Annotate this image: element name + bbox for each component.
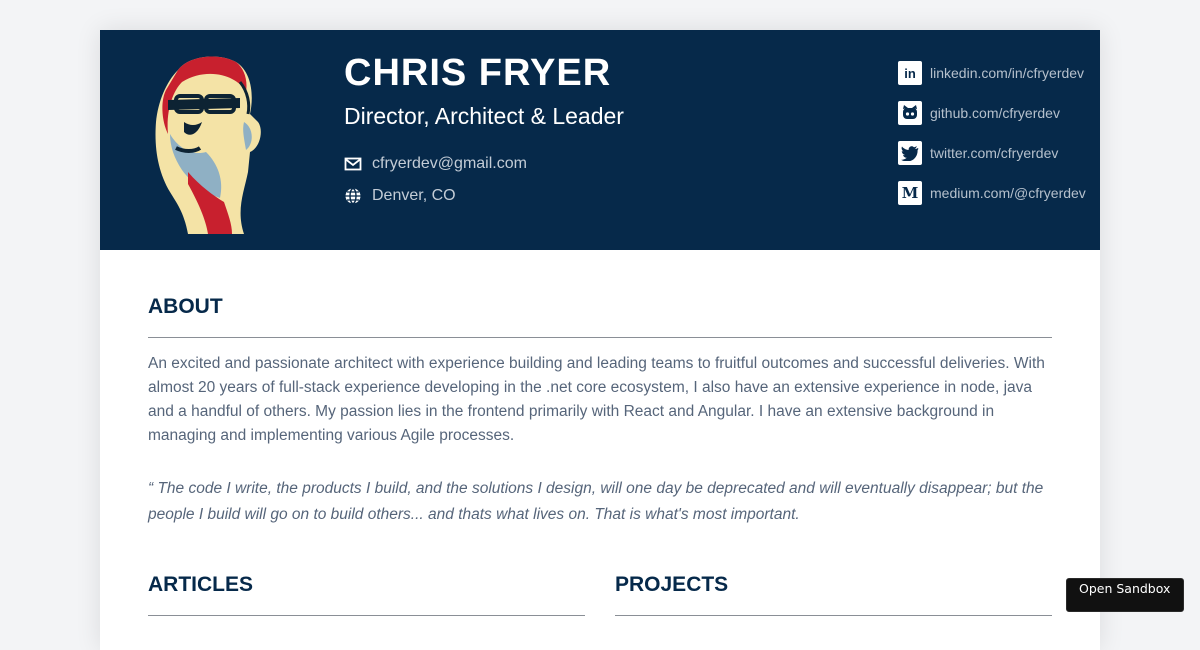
about-title: ABOUT — [148, 295, 223, 318]
github-icon — [898, 101, 922, 125]
twitter-link[interactable]: twitter.com/cfryerdev — [898, 140, 1058, 166]
projects-divider — [615, 615, 1052, 616]
medium-label[interactable]: medium.com/@cfryerdev — [930, 185, 1086, 201]
email-text[interactable]: cfryerdev@gmail.com — [372, 155, 527, 173]
projects-title: PROJECTS — [615, 573, 729, 596]
globe-icon — [345, 187, 361, 205]
resume-card: CHRIS FRYER Director, Architect & Leader… — [100, 30, 1100, 650]
linkedin-link[interactable]: in linkedin.com/in/cfryerdev — [898, 60, 1084, 86]
profile-name: CHRIS FRYER — [344, 52, 612, 94]
about-text: An excited and passionate architect with… — [148, 355, 1045, 444]
articles-title: ARTICLES — [148, 573, 253, 596]
linkedin-label[interactable]: linkedin.com/in/cfryerdev — [930, 65, 1084, 81]
about-divider — [148, 337, 1052, 338]
avatar — [155, 56, 261, 234]
github-link[interactable]: github.com/cfryerdev — [898, 100, 1060, 126]
envelope-icon — [344, 157, 362, 171]
articles-divider — [148, 615, 585, 616]
profile-header: CHRIS FRYER Director, Architect & Leader… — [100, 30, 1100, 250]
open-sandbox-button[interactable]: Open Sandbox — [1066, 578, 1184, 612]
twitter-label[interactable]: twitter.com/cfryerdev — [930, 145, 1058, 161]
email-row[interactable]: cfryerdev@gmail.com — [344, 153, 527, 175]
linkedin-icon: in — [898, 61, 922, 85]
profile-role: Director, Architect & Leader — [344, 103, 624, 129]
github-label[interactable]: github.com/cfryerdev — [930, 105, 1060, 121]
medium-link[interactable]: M medium.com/@cfryerdev — [898, 180, 1086, 206]
location-text: Denver, CO — [372, 187, 456, 204]
about-quote: “ The code I write, the products I build… — [148, 480, 1044, 523]
medium-icon: M — [898, 181, 922, 205]
location-row: Denver, CO — [344, 185, 456, 207]
twitter-icon — [898, 141, 922, 165]
